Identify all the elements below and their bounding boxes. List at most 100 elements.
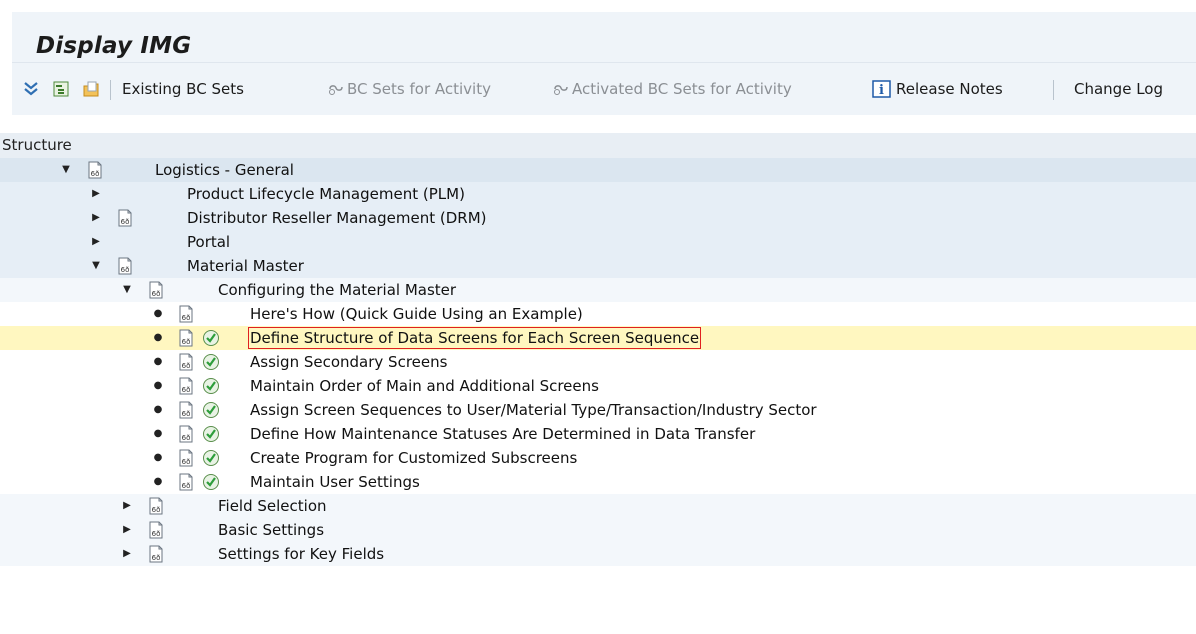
tree-node-heres-how[interactable]: ● 6ð Here's How (Quick Guide Using an Ex… xyxy=(0,302,1196,326)
title-bar: Display IMG xyxy=(12,12,1196,63)
execute-activity-icon[interactable] xyxy=(202,353,220,371)
tree-node-assign-screen-sequences[interactable]: ● 6ð Assign Screen Sequences to User/Mat… xyxy=(0,398,1196,422)
tree-node-label: Assign Screen Sequences to User/Material… xyxy=(250,401,817,419)
documentation-icon[interactable]: 6ð xyxy=(177,425,195,443)
window-top-strip xyxy=(0,0,1196,12)
release-notes-button[interactable]: i Release Notes xyxy=(872,63,1003,115)
tree-node-portal[interactable]: ▶ Portal xyxy=(0,230,1196,254)
svg-text:6ð: 6ð xyxy=(121,218,130,226)
expand-toggle-icon[interactable]: ▶ xyxy=(90,230,102,254)
tree-node-material-master[interactable]: ▼ 6ð Material Master xyxy=(0,254,1196,278)
double-chevron-down-icon xyxy=(24,82,38,96)
bullet-icon: ● xyxy=(153,428,163,439)
expand-toggle-icon[interactable]: ▼ xyxy=(90,254,102,278)
documentation-icon[interactable]: 6ð xyxy=(177,305,195,323)
application-toolbar: Existing BC Sets BC Sets for Activity Ac… xyxy=(12,63,1196,115)
execute-activity-icon[interactable] xyxy=(202,449,220,467)
bc-set-link-icon xyxy=(554,85,568,95)
tree-node-plm[interactable]: ▶ Product Lifecycle Management (PLM) xyxy=(0,182,1196,206)
additional-info-button[interactable] xyxy=(82,63,100,115)
bc-sets-for-activity-label: BC Sets for Activity xyxy=(347,80,491,98)
tree-node-define-structure-data-screens[interactable]: ● 6ð Define Structure of Data Screens fo… xyxy=(0,326,1196,350)
tree-node-label: Here's How (Quick Guide Using an Example… xyxy=(250,305,583,323)
tree-node-logistics-general[interactable]: ▼ 6ð Logistics - General xyxy=(0,158,1196,182)
expand-toggle-icon[interactable]: ▶ xyxy=(121,542,133,566)
svg-text:6ð: 6ð xyxy=(182,338,191,346)
svg-text:6ð: 6ð xyxy=(121,266,130,274)
change-log-button[interactable]: Change Log xyxy=(1074,63,1163,115)
documentation-icon[interactable]: 6ð xyxy=(177,449,195,467)
page-title: Display IMG xyxy=(36,33,192,59)
documentation-icon[interactable]: 6ð xyxy=(177,377,195,395)
svg-text:6ð: 6ð xyxy=(182,434,191,442)
documentation-icon[interactable]: 6ð xyxy=(86,161,104,179)
expand-toggle-icon[interactable]: ▼ xyxy=(121,278,133,302)
bullet-icon: ● xyxy=(153,332,163,343)
change-log-label: Change Log xyxy=(1074,80,1163,98)
tree-node-label: Define How Maintenance Statuses Are Dete… xyxy=(250,425,756,443)
execute-activity-icon[interactable] xyxy=(202,377,220,395)
expand-toggle-icon[interactable]: ▶ xyxy=(121,494,133,518)
tree-node-label: Create Program for Customized Subscreens xyxy=(250,449,578,467)
tree-node-label: Configuring the Material Master xyxy=(218,281,457,299)
bullet-icon: ● xyxy=(153,452,163,463)
bullet-icon: ● xyxy=(153,380,163,391)
activated-bc-sets-button[interactable]: Activated BC Sets for Activity xyxy=(552,63,792,115)
tree-node-field-selection[interactable]: ▶ 6ð Field Selection xyxy=(0,494,1196,518)
bullet-icon: ● xyxy=(153,356,163,367)
documentation-icon[interactable]: 6ð xyxy=(177,473,195,491)
structure-header-label: Structure xyxy=(2,136,72,154)
tree-column-header[interactable]: Structure xyxy=(0,133,1196,159)
svg-text:6ð: 6ð xyxy=(182,410,191,418)
documentation-icon[interactable]: 6ð xyxy=(116,257,134,275)
execute-activity-icon[interactable] xyxy=(202,425,220,443)
svg-text:6ð: 6ð xyxy=(182,314,191,322)
execute-activity-icon[interactable] xyxy=(202,401,220,419)
folder-document-icon xyxy=(83,81,99,97)
svg-text:6ð: 6ð xyxy=(182,482,191,490)
find-button[interactable] xyxy=(52,63,70,115)
tree-node-label: Maintain Order of Main and Additional Sc… xyxy=(250,377,599,395)
tree-node-customized-subscreens[interactable]: ● 6ð Create Program for Customized Subsc… xyxy=(0,446,1196,470)
expand-toggle-icon[interactable]: ▼ xyxy=(60,158,72,182)
bullet-icon: ● xyxy=(153,476,163,487)
svg-text:6ð: 6ð xyxy=(91,170,100,178)
activated-bc-sets-label: Activated BC Sets for Activity xyxy=(572,80,792,98)
execute-activity-icon[interactable] xyxy=(202,329,220,347)
tree-node-maintain-user-settings[interactable]: ● 6ð Maintain User Settings xyxy=(0,470,1196,494)
bullet-icon: ● xyxy=(153,308,163,319)
documentation-icon[interactable]: 6ð xyxy=(147,497,165,515)
tree-node-label: Distributor Reseller Management (DRM) xyxy=(187,209,487,227)
release-notes-label: Release Notes xyxy=(896,80,1003,98)
tree-node-settings-key-fields[interactable]: ▶ 6ð Settings for Key Fields xyxy=(0,542,1196,566)
bc-sets-for-activity-button[interactable]: BC Sets for Activity xyxy=(327,63,491,115)
tree-node-assign-secondary-screens[interactable]: ● 6ð Assign Secondary Screens xyxy=(0,350,1196,374)
expand-toggle-icon[interactable]: ▶ xyxy=(90,182,102,206)
tree-node-label: Define Structure of Data Screens for Eac… xyxy=(247,327,702,349)
documentation-icon[interactable]: 6ð xyxy=(147,545,165,563)
svg-text:6ð: 6ð xyxy=(152,554,161,562)
expand-toggle-icon[interactable]: ▶ xyxy=(90,206,102,230)
tree-empty-area xyxy=(0,566,1196,634)
tree-node-configuring-material-master[interactable]: ▼ 6ð Configuring the Material Master xyxy=(0,278,1196,302)
tree-node-label: Product Lifecycle Management (PLM) xyxy=(187,185,465,203)
tree-node-drm[interactable]: ▶ 6ð Distributor Reseller Management (DR… xyxy=(0,206,1196,230)
documentation-icon[interactable]: 6ð xyxy=(177,401,195,419)
tree-node-maintenance-statuses[interactable]: ● 6ð Define How Maintenance Statuses Are… xyxy=(0,422,1196,446)
svg-text:i: i xyxy=(879,83,884,98)
expand-toggle-icon[interactable]: ▶ xyxy=(121,518,133,542)
execute-activity-icon[interactable] xyxy=(202,473,220,491)
tree-node-maintain-order-screens[interactable]: ● 6ð Maintain Order of Main and Addition… xyxy=(0,374,1196,398)
existing-bc-sets-button[interactable]: Existing BC Sets xyxy=(122,63,244,115)
documentation-icon[interactable]: 6ð xyxy=(147,281,165,299)
tree-node-basic-settings[interactable]: ▶ 6ð Basic Settings xyxy=(0,518,1196,542)
documentation-icon[interactable]: 6ð xyxy=(177,329,195,347)
documentation-icon[interactable]: 6ð xyxy=(116,209,134,227)
info-icon: i xyxy=(872,80,891,98)
documentation-icon[interactable]: 6ð xyxy=(147,521,165,539)
expand-subtree-button[interactable] xyxy=(22,63,40,115)
svg-text:6ð: 6ð xyxy=(182,362,191,370)
tree-node-label: Logistics - General xyxy=(155,161,294,179)
documentation-icon[interactable]: 6ð xyxy=(177,353,195,371)
svg-text:6ð: 6ð xyxy=(182,458,191,466)
